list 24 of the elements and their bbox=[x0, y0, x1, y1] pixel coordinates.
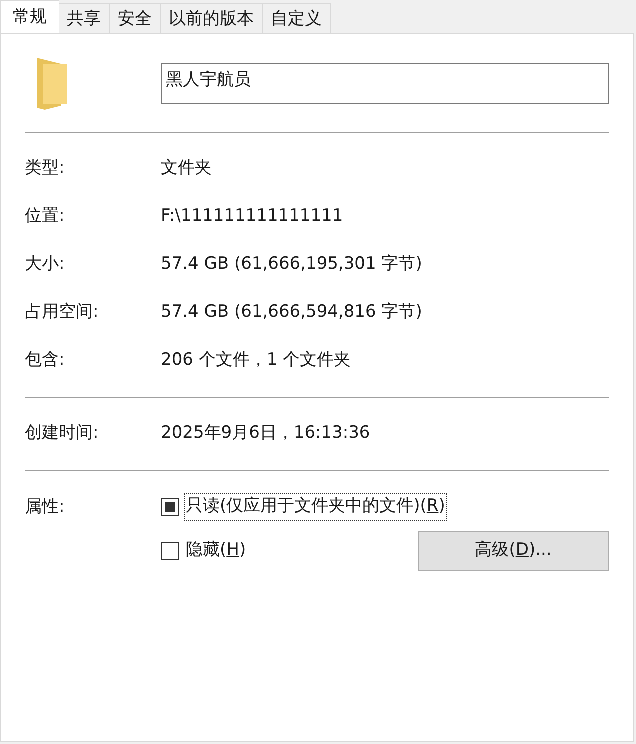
checkbox-label[interactable]: 隐藏(H) bbox=[185, 538, 248, 564]
property-value: 57.4 GB (61,666,594,816 字节) bbox=[161, 301, 422, 324]
checkbox-label[interactable]: 只读(仅应用于文件夹中的文件)(R) bbox=[185, 494, 446, 520]
property-label: 大小: bbox=[25, 253, 66, 276]
property-value: 2025年9月6日，16:13:36 bbox=[161, 422, 370, 446]
tab[interactable]: 共享 bbox=[59, 3, 110, 33]
property-value: F:\111111111111111 bbox=[161, 205, 344, 228]
advanced-button[interactable]: 高级(D)... bbox=[418, 531, 609, 571]
tab[interactable]: 常规 bbox=[0, 0, 59, 33]
property-value: 文件夹 bbox=[161, 157, 212, 180]
property-label: 包含: bbox=[25, 349, 66, 372]
property-label: 位置: bbox=[25, 205, 66, 228]
tab[interactable]: 自定义 bbox=[263, 3, 331, 33]
checkbox[interactable] bbox=[161, 498, 179, 516]
property-label: 属性: bbox=[25, 496, 66, 519]
checkbox[interactable] bbox=[161, 542, 179, 560]
tab[interactable]: 安全 bbox=[110, 3, 161, 33]
tab[interactable]: 以前的版本 bbox=[161, 3, 263, 33]
property-label: 占用空间: bbox=[25, 301, 100, 324]
property-label: 类型: bbox=[25, 157, 66, 180]
property-label: 创建时间: bbox=[25, 422, 100, 446]
property-value: 206 个文件，1 个文件夹 bbox=[161, 349, 352, 372]
name-field[interactable]: 黑人宇航员 bbox=[161, 62, 609, 104]
property-value: 57.4 GB (61,666,195,301 字节) bbox=[161, 253, 422, 276]
